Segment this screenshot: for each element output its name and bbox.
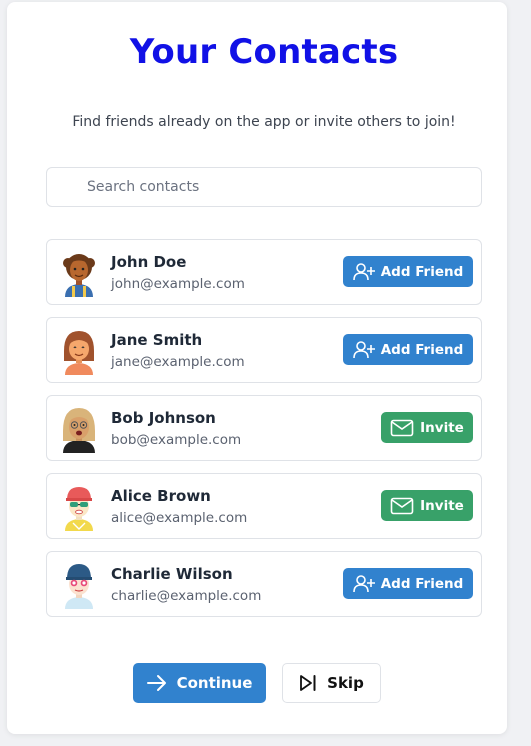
page-title: Your Contacts bbox=[129, 32, 399, 72]
contact-email: bob@example.com bbox=[111, 432, 242, 448]
contact-name: John Doe bbox=[111, 253, 187, 271]
skip-button[interactable]: Skip bbox=[282, 663, 381, 703]
avatar-blonde-glasses-icon bbox=[63, 408, 95, 453]
contact-row: John Doe john@example.com Add Friend bbox=[46, 239, 482, 305]
mail-icon bbox=[390, 497, 414, 514]
mail-icon bbox=[390, 419, 414, 436]
contact-row: Bob Johnson bob@example.com Invite bbox=[46, 395, 482, 461]
avatar-blue-hat-icon bbox=[65, 564, 93, 609]
avatar-curly-hair-icon bbox=[63, 254, 95, 297]
continue-button[interactable]: Continue bbox=[133, 663, 266, 703]
invite-button[interactable]: Invite bbox=[381, 490, 473, 521]
contact-email: jane@example.com bbox=[111, 354, 245, 370]
user-plus-icon bbox=[352, 262, 375, 280]
skip-forward-icon bbox=[300, 675, 316, 691]
invite-label: Invite bbox=[420, 419, 464, 436]
contact-name: Bob Johnson bbox=[111, 409, 216, 427]
add-friend-label: Add Friend bbox=[380, 263, 464, 280]
contact-email: alice@example.com bbox=[111, 510, 248, 526]
continue-label: Continue bbox=[176, 674, 253, 692]
contact-row: Charlie Wilson charlie@example.com Add F… bbox=[46, 551, 482, 617]
user-plus-icon bbox=[352, 574, 375, 592]
contact-name: Alice Brown bbox=[111, 487, 211, 505]
avatar-red-hat-icon bbox=[65, 487, 93, 531]
skip-label: Skip bbox=[327, 674, 364, 692]
contact-name: Jane Smith bbox=[111, 331, 203, 349]
user-plus-icon bbox=[352, 340, 375, 358]
add-friend-button[interactable]: Add Friend bbox=[343, 256, 473, 287]
invite-button[interactable]: Invite bbox=[381, 412, 473, 443]
add-friend-label: Add Friend bbox=[380, 341, 464, 358]
page-subtitle: Find friends already on the app or invit… bbox=[72, 114, 456, 130]
contact-email: charlie@example.com bbox=[111, 588, 262, 604]
arrow-right-icon bbox=[146, 675, 166, 691]
invite-label: Invite bbox=[420, 497, 464, 514]
add-friend-button[interactable]: Add Friend bbox=[343, 568, 473, 599]
contact-email: john@example.com bbox=[111, 276, 245, 292]
search-input[interactable] bbox=[46, 167, 482, 207]
contact-row: Jane Smith jane@example.com Add Friend bbox=[46, 317, 482, 383]
add-friend-label: Add Friend bbox=[380, 575, 464, 592]
add-friend-button[interactable]: Add Friend bbox=[343, 334, 473, 365]
contacts-card: Your Contacts Find friends already on th… bbox=[7, 2, 507, 734]
contact-row: Alice Brown alice@example.com Invite bbox=[46, 473, 482, 539]
avatar-bob-hair-icon bbox=[64, 331, 94, 375]
contact-name: Charlie Wilson bbox=[111, 565, 233, 583]
